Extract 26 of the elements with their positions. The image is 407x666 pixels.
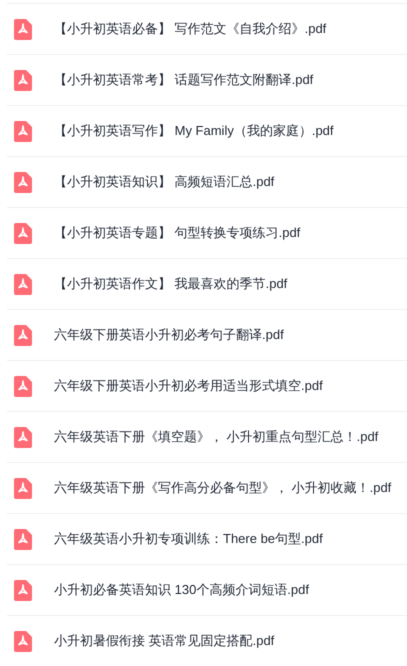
pdf-file-icon <box>14 376 32 396</box>
file-name[interactable]: 小升初暑假衔接 英语常见固定搭配.pdf <box>54 631 274 651</box>
file-name[interactable]: 【小升初英语作文】 我最喜欢的季节.pdf <box>54 274 288 294</box>
pdf-file-icon <box>14 630 32 652</box>
file-name[interactable]: 六年级下册英语小升初必考用适当形式填空.pdf <box>54 376 323 396</box>
pdf-file-icon <box>14 172 32 192</box>
file-name[interactable]: 【小升初英语常考】 话题写作范文附翻译.pdf <box>54 70 314 90</box>
pdf-file-icon <box>14 426 32 448</box>
pdf-file-icon <box>14 222 32 244</box>
file-name[interactable]: 六年级英语下册《填空题》， 小升初重点句型汇总！.pdf <box>54 427 378 447</box>
pdf-file-icon <box>14 274 32 294</box>
pdf-file-icon <box>14 580 32 600</box>
file-name[interactable]: 【小升初英语知识】 高频短语汇总.pdf <box>54 172 274 192</box>
file-name[interactable]: 六年级英语小升初专项训练：There be句型.pdf <box>54 529 323 549</box>
file-name[interactable]: 小升初必备英语知识 130个高频介词短语.pdf <box>54 580 309 600</box>
file-name[interactable]: 六年级下册英语小升初必考句子翻译.pdf <box>54 325 284 345</box>
pdf-file-icon <box>14 70 32 90</box>
file-name[interactable]: 六年级英语下册《写作高分必备句型》， 小升初收藏！.pdf <box>54 478 392 498</box>
file-name[interactable]: 【小升初英语专题】 句型转换专项练习.pdf <box>54 223 300 243</box>
pdf-file-icon <box>14 18 32 40</box>
file-name[interactable]: 【小升初英语必备】 写作范文《自我介绍》.pdf <box>54 19 326 39</box>
pdf-file-icon <box>14 120 32 142</box>
pdf-file-icon <box>14 478 32 498</box>
pdf-file-icon <box>14 324 32 346</box>
file-name[interactable]: 【小升初英语写作】 My Family（我的家庭）.pdf <box>54 121 334 141</box>
pdf-file-icon <box>14 528 32 550</box>
